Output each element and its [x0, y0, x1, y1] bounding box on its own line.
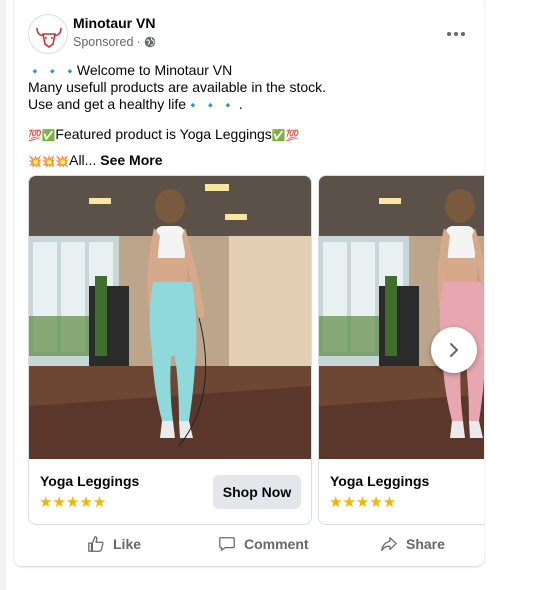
comment-label: Comment — [244, 536, 309, 552]
shop-now-button[interactable]: Shop Now — [213, 475, 301, 509]
feed-background — [0, 0, 6, 590]
more-options-icon[interactable] — [442, 20, 470, 48]
check-emoji: ✅ — [41, 129, 56, 142]
text-line-all: 💥💥💥All... See More — [28, 152, 468, 169]
product-carousel: Yoga Leggings ★★★★★ Shop Now Yoga Leggin… — [28, 175, 484, 525]
minotaur-logo-icon — [36, 27, 62, 48]
star-rating: ★★★★★ — [329, 493, 397, 511]
text-line-featured: 💯✅Featured product is Yoga Leggings✅💯 — [28, 126, 468, 143]
post-actions-bar: Like Comment Share — [28, 529, 498, 559]
diamond-emoji: 🔹 — [221, 99, 235, 112]
hundred-emoji: 💯 — [285, 129, 300, 142]
comment-button[interactable]: Comment — [218, 529, 309, 559]
text-line-products: Many usefull products are available in t… — [28, 79, 327, 95]
share-arrow-icon — [381, 537, 397, 551]
post-meta: Sponsored · — [73, 35, 156, 49]
page-avatar[interactable] — [28, 14, 68, 54]
healthy-text: Use and get a healthy life — [28, 96, 186, 112]
check-emoji: ✅ — [271, 129, 286, 142]
meta-separator: · — [136, 35, 141, 49]
post-text: 🔹 🔹 🔹Welcome to Minotaur VN Many usefull… — [28, 62, 468, 169]
boom-emoji: 💥 — [28, 155, 42, 168]
text-line-healthy: Use and get a healthy life🔹 🔹 🔹 . — [28, 96, 468, 113]
diamond-emoji: 🔹 — [186, 99, 200, 112]
product-photo[interactable] — [319, 176, 484, 459]
sponsored-post-card: Minotaur VN Sponsored · 🔹 🔹 🔹Welcome to … — [14, 0, 484, 566]
globe-icon — [144, 36, 155, 48]
see-more-link[interactable]: See More — [100, 152, 162, 168]
share-label: Share — [406, 536, 445, 552]
card-title: Yoga Leggings — [330, 473, 430, 489]
truncated-text: All... — [69, 152, 97, 168]
star-rating: ★★★★★ — [39, 493, 107, 511]
product-photo[interactable] — [29, 176, 312, 459]
share-button[interactable]: Share — [380, 529, 445, 559]
boom-emoji: 💥 — [55, 155, 70, 168]
featured-text: Featured product is Yoga Leggings — [55, 126, 272, 142]
page-name[interactable]: Minotaur VN — [73, 15, 155, 31]
sponsored-label[interactable]: Sponsored — [73, 35, 133, 49]
card-title: Yoga Leggings — [40, 473, 140, 489]
carousel-card[interactable]: Yoga Leggings ★★★★★ Shop Now — [28, 175, 312, 525]
post-header: Minotaur VN Sponsored · — [28, 14, 470, 54]
hundred-emoji: 💯 — [28, 129, 42, 142]
healthy-text-end: . — [238, 96, 243, 112]
boom-emoji: 💥 — [41, 155, 56, 168]
diamond-emoji: 🔹 — [63, 65, 77, 78]
diamond-emoji: 🔹 — [45, 65, 60, 78]
like-label: Like — [113, 536, 142, 552]
comment-bubble-icon — [219, 537, 235, 551]
diamond-emoji: 🔹 — [28, 65, 42, 78]
chevron-right-icon — [450, 343, 458, 357]
carousel-next-button[interactable] — [431, 327, 477, 373]
welcome-text: Welcome to Minotaur VN — [76, 62, 233, 78]
diamond-emoji: 🔹 — [203, 99, 218, 112]
thumbs-up-icon — [88, 536, 104, 552]
text-line-welcome: 🔹 🔹 🔹Welcome to Minotaur VN — [28, 62, 468, 79]
like-button[interactable]: Like — [87, 529, 141, 559]
